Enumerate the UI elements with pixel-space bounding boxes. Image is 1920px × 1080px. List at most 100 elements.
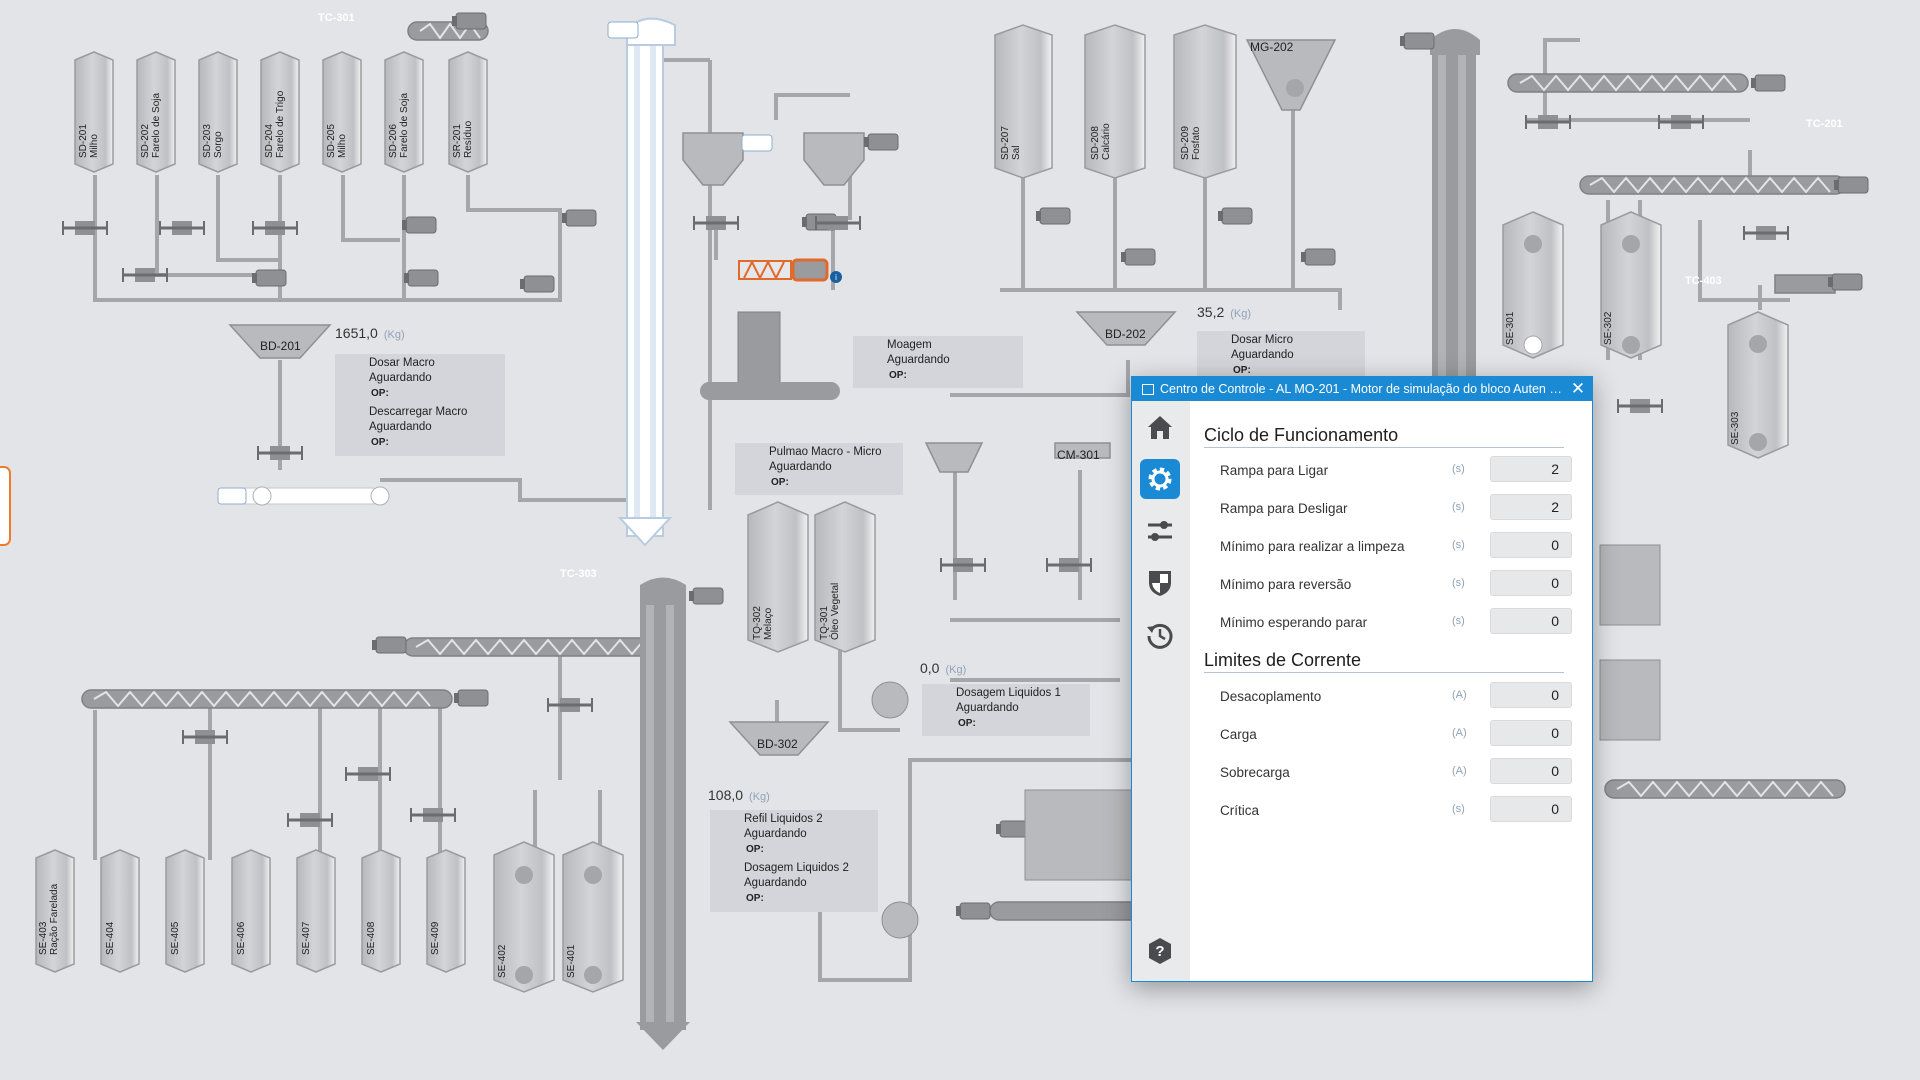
silo-label-se301[interactable]: SE-301 bbox=[1505, 312, 1516, 345]
param-unit: (s) bbox=[1452, 501, 1465, 513]
rampa-desligar-input[interactable]: 2 bbox=[1490, 494, 1572, 520]
nav-security-button[interactable] bbox=[1140, 563, 1180, 603]
param-row-sobrecarga: Sobrecarga (A) 0 bbox=[1220, 758, 1572, 786]
silo-label-se404[interactable]: SE-404 bbox=[105, 922, 116, 955]
sobrecarga-input[interactable]: 0 bbox=[1490, 758, 1572, 784]
param-label: Crítica bbox=[1220, 803, 1260, 818]
silo-label-sd206[interactable]: SD-206 Farelo de Soja bbox=[388, 93, 410, 158]
silo-label-sd208[interactable]: SD-208 Calcário bbox=[1090, 123, 1112, 160]
param-label: Carga bbox=[1220, 727, 1257, 742]
nav-settings-button[interactable] bbox=[1140, 459, 1180, 499]
help-icon: ? bbox=[1149, 938, 1171, 964]
scale-tag-bd201[interactable]: BD-201 bbox=[260, 339, 301, 353]
param-label: Mínimo esperando parar bbox=[1220, 615, 1368, 630]
carga-input[interactable]: 0 bbox=[1490, 720, 1572, 746]
param-row-rampa-desligar: Rampa para Desligar (s) 2 bbox=[1220, 494, 1572, 522]
status-box-dosagem-liq1[interactable]: Dosagem Liquidos 1 Aguardando OP: bbox=[922, 684, 1090, 736]
param-label: Desacoplamento bbox=[1220, 689, 1322, 704]
nav-home-button[interactable] bbox=[1140, 407, 1180, 447]
silo-label-se303[interactable]: SE-303 bbox=[1730, 412, 1741, 445]
reversao-input[interactable]: 0 bbox=[1490, 570, 1572, 596]
dialog-titlebar[interactable]: Centro de Controle - AL MO-201 - Motor d… bbox=[1132, 377, 1592, 401]
silo-label-se406[interactable]: SE-406 bbox=[236, 922, 247, 955]
scale-reading-bd201: 1651,0 (Kg) bbox=[335, 325, 405, 341]
silo-label-se407[interactable]: SE-407 bbox=[301, 922, 312, 955]
scale-tag-bd202[interactable]: BD-202 bbox=[1105, 327, 1146, 341]
close-button[interactable]: ✕ bbox=[1564, 379, 1592, 399]
critica-input[interactable]: 0 bbox=[1490, 796, 1572, 822]
desacoplamento-input[interactable]: 0 bbox=[1490, 682, 1572, 708]
liquid-flow-reading: 0,0 (Kg) bbox=[920, 660, 967, 676]
esperando-parar-input[interactable]: 0 bbox=[1490, 608, 1572, 634]
silo-label-se408[interactable]: SE-408 bbox=[366, 922, 377, 955]
param-row-limpeza: Mínimo para realizar a limpeza (s) 0 bbox=[1220, 532, 1572, 560]
param-row-esperando-parar: Mínimo esperando parar (s) 0 bbox=[1220, 608, 1572, 636]
gear-icon bbox=[1148, 467, 1172, 491]
param-label: Rampa para Ligar bbox=[1220, 463, 1329, 478]
param-unit: (s) bbox=[1452, 803, 1465, 815]
conveyor-tag-tc303: TC-303 bbox=[560, 568, 597, 580]
silo-label-se402[interactable]: SE-402 bbox=[497, 945, 508, 978]
silo-label-sr201[interactable]: SR-201 Resíduo bbox=[452, 121, 474, 158]
mixer-tag-cm301[interactable]: CM-301 bbox=[1057, 448, 1100, 462]
silo-label-sd205[interactable]: SD-205 Milho bbox=[326, 124, 348, 158]
window-icon bbox=[1142, 383, 1154, 395]
process-diagram: i bbox=[35, 12, 1869, 1050]
silo-label-se401[interactable]: SE-401 bbox=[566, 945, 577, 978]
silo-label-se409[interactable]: SE-409 bbox=[430, 922, 441, 955]
param-unit: (A) bbox=[1452, 765, 1467, 777]
param-row-critica: Crítica (s) 0 bbox=[1220, 796, 1572, 824]
dialog-sidebar: ? bbox=[1132, 401, 1190, 981]
param-unit: (s) bbox=[1452, 577, 1465, 589]
nav-adjust-button[interactable] bbox=[1140, 511, 1180, 551]
param-row-reversao: Mínimo para reversão (s) 0 bbox=[1220, 570, 1572, 598]
param-label: Mínimo para realizar a limpeza bbox=[1220, 539, 1405, 554]
silo-label-sd203[interactable]: SD-203 Sorgo bbox=[202, 124, 224, 158]
scale-tag-bd302[interactable]: BD-302 bbox=[757, 737, 798, 751]
param-unit: (s) bbox=[1452, 539, 1465, 551]
param-unit: (s) bbox=[1452, 463, 1465, 475]
param-row-rampa-ligar: Rampa para Ligar (s) 2 bbox=[1220, 456, 1572, 484]
silo-label-sd202[interactable]: SD-202 Farelo de Soja bbox=[140, 93, 162, 158]
home-icon bbox=[1148, 416, 1172, 439]
history-icon bbox=[1147, 623, 1173, 649]
tank-label-tq302[interactable]: TQ-302 Melaço bbox=[752, 606, 774, 640]
status-box-dosar-micro[interactable]: Dosar Micro Aguardando OP: bbox=[1197, 331, 1365, 377]
svg-text:i: i bbox=[835, 273, 837, 282]
rampa-ligar-input[interactable]: 2 bbox=[1490, 456, 1572, 482]
silo-label-sd204[interactable]: SD-204 Farelo de Trigo bbox=[264, 91, 286, 158]
silo-label-sd207[interactable]: SD-207 Sal bbox=[1000, 126, 1022, 160]
scale-reading-bd302: 108,0 (Kg) bbox=[708, 787, 770, 803]
silo-label-se302[interactable]: SE-302 bbox=[1603, 312, 1614, 345]
limpeza-input[interactable]: 0 bbox=[1490, 532, 1572, 558]
param-label: Rampa para Desligar bbox=[1220, 501, 1348, 516]
mixer-tag-mg202[interactable]: MG-202 bbox=[1250, 40, 1293, 54]
param-row-carga: Carga (A) 0 bbox=[1220, 720, 1572, 748]
param-row-desacoplamento: Desacoplamento (A) 0 bbox=[1220, 682, 1572, 710]
silo-label-se405[interactable]: SE-405 bbox=[170, 922, 181, 955]
scale-reading-bd202: 35,2 (Kg) bbox=[1197, 304, 1252, 320]
silo-label-sd201[interactable]: SD-201 Milho bbox=[78, 124, 100, 158]
param-unit: (s) bbox=[1452, 615, 1465, 627]
dialog-title: Centro de Controle - AL MO-201 - Motor d… bbox=[1160, 382, 1564, 396]
control-center-dialog: Centro de Controle - AL MO-201 - Motor d… bbox=[1131, 376, 1593, 982]
status-box-liquidos-2[interactable]: Refil Liquidos 2 Aguardando OP: Dosagem Li… bbox=[710, 810, 878, 912]
nav-help-button[interactable]: ? bbox=[1140, 931, 1180, 971]
conveyor-tag-tc403: TC-403 bbox=[1685, 275, 1722, 287]
tank-label-tq301[interactable]: TQ-301 Óleo Vegetal bbox=[819, 583, 841, 640]
silo-label-sd209[interactable]: SD-209 Fosfato bbox=[1180, 126, 1202, 160]
section-title-limites: Limites de Corrente bbox=[1204, 650, 1564, 673]
conveyor-tag-tc201: TC-201 bbox=[1806, 118, 1843, 130]
param-label: Mínimo para reversão bbox=[1220, 577, 1352, 592]
side-panel-tab[interactable] bbox=[0, 466, 11, 546]
svg-text:?: ? bbox=[1155, 943, 1164, 960]
conveyor-tag-tc301: TC-301 bbox=[318, 12, 355, 24]
silo-label-se403[interactable]: SE-403 Ração Farelada bbox=[38, 884, 60, 955]
param-unit: (A) bbox=[1452, 727, 1467, 739]
section-title-ciclo: Ciclo de Funcionamento bbox=[1204, 425, 1564, 448]
param-unit: (A) bbox=[1452, 689, 1467, 701]
status-box-macro[interactable]: Dosar Macro Aguardando OP: Descarregar Mac… bbox=[335, 354, 505, 456]
status-box-pulmao[interactable]: Pulmao Macro - Micro Aguardando OP: bbox=[735, 443, 903, 495]
status-box-moagem[interactable]: Moagem Aguardando OP: bbox=[853, 336, 1023, 388]
nav-history-button[interactable] bbox=[1140, 615, 1180, 655]
